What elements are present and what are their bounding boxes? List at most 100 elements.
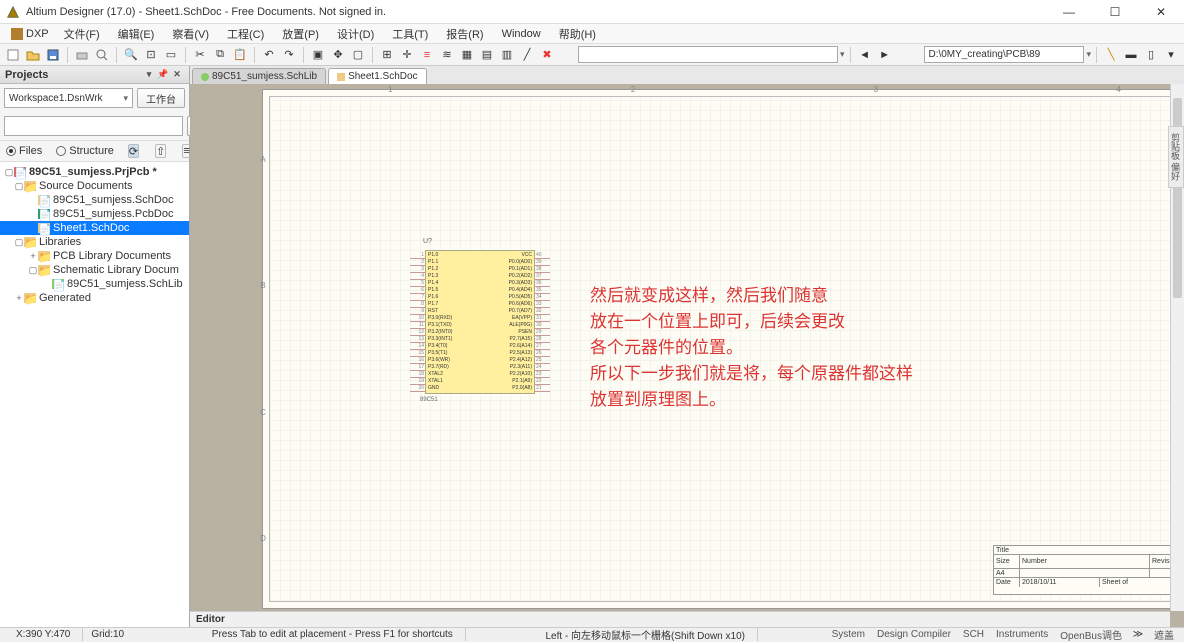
deselect-icon[interactable]: ▢ — [349, 46, 367, 64]
select-icon[interactable]: ▣ — [309, 46, 327, 64]
zoom-select-icon[interactable]: ▭ — [162, 46, 180, 64]
new-icon[interactable] — [4, 46, 22, 64]
status-tab-sch[interactable]: SCH — [957, 629, 990, 640]
sheet-inner[interactable]: U? 1234567891011121314151617181920 40393… — [269, 96, 1184, 602]
panel-pin-icon[interactable]: 📌 — [156, 69, 170, 80]
preview-icon[interactable] — [93, 46, 111, 64]
window-title: Altium Designer (17.0) - Sheet1.SchDoc -… — [26, 6, 1046, 18]
maximize-button[interactable]: ☐ — [1092, 0, 1138, 24]
menu-tools[interactable]: 工具(T) — [384, 25, 436, 43]
sheet-container[interactable]: 1 2 3 4 A B C D U? 123456789101112131415… — [190, 84, 1184, 627]
menu-report[interactable]: 报告(R) — [438, 25, 491, 43]
copy-icon[interactable]: ⧉ — [211, 46, 229, 64]
place-more-icon[interactable]: ▾ — [1162, 46, 1180, 64]
tree-root[interactable]: ▢📄89C51_sumjess.PrjPcb * — [0, 165, 189, 179]
up-icon[interactable]: ⇧ — [155, 144, 166, 158]
group-icon[interactable]: ⊞ — [378, 46, 396, 64]
tree-doc-pcb[interactable]: 📄89C51_sumjess.PcbDoc — [0, 207, 189, 221]
path-dropdown-icon[interactable]: ▾ — [1086, 49, 1091, 60]
structure-radio[interactable]: Structure — [56, 145, 114, 157]
doc-tabs: 89C51_sumjess.SchLib Sheet1.SchDoc — [190, 66, 1184, 84]
status-mask[interactable]: 遮盖 — [1148, 627, 1180, 642]
tree-libraries[interactable]: ▢📁Libraries — [0, 235, 189, 249]
sheet-icon[interactable]: ▦ — [458, 46, 476, 64]
port-icon[interactable]: ▥ — [498, 46, 516, 64]
menu-help[interactable]: 帮助(H) — [551, 25, 604, 43]
tree-schlib-folder[interactable]: ▢📁Schematic Library Docum — [0, 263, 189, 277]
panel-close-icon[interactable]: ✕ — [170, 69, 184, 80]
tree-generated[interactable]: +📁Generated — [0, 291, 189, 305]
ruler-top: 1 2 3 4 — [269, 85, 1184, 95]
worktable-button[interactable]: 工作台 — [137, 88, 185, 108]
sheet[interactable]: 1 2 3 4 A B C D U? 123456789101112131415… — [262, 89, 1184, 609]
place-bus-icon[interactable]: ▬ — [1122, 46, 1140, 64]
files-radio[interactable]: Files — [6, 145, 42, 157]
menu-view[interactable]: 察看(V) — [164, 25, 217, 43]
menu-project[interactable]: 工程(C) — [219, 25, 272, 43]
redo-icon[interactable]: ↷ — [280, 46, 298, 64]
tab-schlib[interactable]: 89C51_sumjess.SchLib — [192, 68, 326, 84]
project-tree[interactable]: ▢📄89C51_sumjess.PrjPcb * ▢📁Source Docume… — [0, 162, 189, 627]
delete-icon[interactable]: ✖ — [538, 46, 556, 64]
side-tabs[interactable]: 剪贴板 偏好 — [1168, 126, 1184, 188]
status-hint: Press Tab to edit at placement - Press F… — [200, 628, 466, 641]
cross-icon[interactable]: ✛ — [398, 46, 416, 64]
place-wire-icon[interactable]: ╲ — [1102, 46, 1120, 64]
open-icon[interactable] — [24, 46, 42, 64]
net-icon[interactable]: ≋ — [438, 46, 456, 64]
search-dropdown-icon[interactable]: ▾ — [840, 49, 845, 60]
project-input[interactable] — [4, 116, 183, 136]
status-tab-instr[interactable]: Instruments — [990, 629, 1054, 640]
close-button[interactable]: ✕ — [1138, 0, 1184, 24]
status-tab-openbus[interactable]: OpenBus调色 — [1054, 627, 1128, 642]
editor-tab[interactable]: Editor — [190, 614, 231, 625]
print-icon[interactable] — [73, 46, 91, 64]
undo-icon[interactable]: ↶ — [260, 46, 278, 64]
status-tab-design[interactable]: Design Compiler — [871, 629, 957, 640]
projects-header: Projects ▾ 📌 ✕ — [0, 66, 189, 84]
cut-icon[interactable]: ✂ — [191, 46, 209, 64]
dxp-menu[interactable]: DXP — [6, 27, 54, 41]
titlebar: Altium Designer (17.0) - Sheet1.SchDoc -… — [0, 0, 1184, 24]
tree-doc-sheet1[interactable]: 📄Sheet1.SchDoc — [0, 221, 189, 235]
part-icon[interactable]: ▤ — [478, 46, 496, 64]
zoom-in-icon[interactable]: 🔍 — [122, 46, 140, 64]
workspace-combo[interactable]: Workspace1.DsnWrk▾ — [4, 88, 133, 108]
menu-file[interactable]: 文件(F) — [56, 25, 108, 43]
tree-doc-sch[interactable]: 📄89C51_sumjess.SchDoc — [0, 193, 189, 207]
menubar: DXP 文件(F) 编辑(E) 察看(V) 工程(C) 放置(P) 设计(D) … — [0, 24, 1184, 44]
minimize-button[interactable]: — — [1046, 0, 1092, 24]
menu-window[interactable]: Window — [494, 27, 549, 41]
paste-icon[interactable]: 📋 — [231, 46, 249, 64]
app-icon — [6, 5, 20, 19]
move-icon[interactable]: ✥ — [329, 46, 347, 64]
chip-component[interactable]: 1234567891011121314151617181920 40393837… — [425, 250, 535, 394]
place-part-icon[interactable]: ▯ — [1142, 46, 1160, 64]
nav-back-icon[interactable]: ◄ — [856, 46, 874, 64]
tree-source-docs[interactable]: ▢📁Source Documents — [0, 179, 189, 193]
statusbar: X:390 Y:470 Grid:10 Press Tab to edit at… — [0, 627, 1184, 641]
nav-fwd-icon[interactable]: ► — [876, 46, 894, 64]
overlay-annotation: 然后就变成这样，然后我们随意 放在一个位置上即可，后续会更改 各个元器件的位置。… — [590, 283, 913, 413]
status-tab-system[interactable]: System — [826, 629, 871, 640]
dxp-icon — [11, 28, 23, 40]
tab-sheet1[interactable]: Sheet1.SchDoc — [328, 68, 427, 84]
save-icon[interactable] — [44, 46, 62, 64]
editor-area: 89C51_sumjess.SchLib Sheet1.SchDoc 1 2 3… — [190, 66, 1184, 627]
zoom-fit-icon[interactable]: ⊡ — [142, 46, 160, 64]
status-grid: Grid:10 — [83, 629, 132, 640]
menu-edit[interactable]: 编辑(E) — [110, 25, 163, 43]
chip-part: 89C51 — [420, 397, 438, 403]
chip-designator: U? — [423, 238, 432, 245]
panel-menu-icon[interactable]: ▾ — [142, 69, 156, 80]
tree-pcblib[interactable]: +📁PCB Library Documents — [0, 249, 189, 263]
path-box[interactable]: D:\0MY_creating\PCB\89 — [924, 46, 1084, 63]
menu-place[interactable]: 放置(P) — [274, 25, 327, 43]
menu-design[interactable]: 设计(D) — [329, 25, 382, 43]
ruler-left: A B C D — [258, 96, 268, 602]
bus-icon[interactable]: ≡ — [418, 46, 436, 64]
search-input[interactable] — [578, 46, 838, 63]
refresh-icon[interactable]: ⟳ — [128, 144, 139, 158]
tree-schlib-file[interactable]: 📄89C51_sumjess.SchLib — [0, 277, 189, 291]
wire-icon[interactable]: ╱ — [518, 46, 536, 64]
